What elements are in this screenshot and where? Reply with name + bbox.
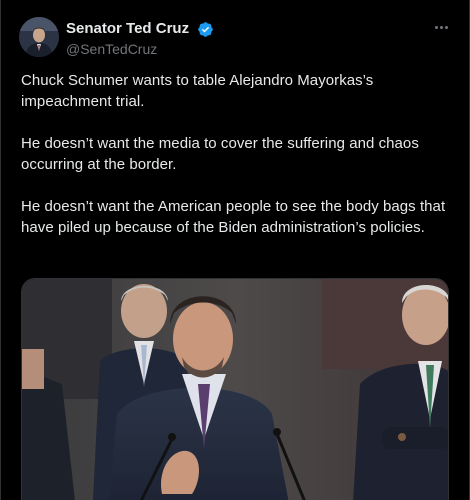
tweet-paragraph: He doesn’t want the American people to s…	[21, 198, 446, 236]
more-options-icon[interactable]	[429, 17, 453, 37]
tweet-header: Senator Ted Cruz @SenTedCruz	[19, 17, 453, 59]
tweet-paragraph: Chuck Schumer wants to table Alejandro M…	[21, 72, 374, 110]
verified-badge-icon	[197, 21, 213, 37]
tweet-paragraph: He doesn’t want the media to cover the s…	[21, 135, 419, 173]
author-info: Senator Ted Cruz @SenTedCruz	[66, 20, 214, 58]
author-handle[interactable]: @SenTedCruz	[66, 40, 214, 58]
author-display-name[interactable]: Senator Ted Cruz	[66, 20, 189, 38]
tweet-text: Chuck Schumer wants to table Alejandro M…	[21, 70, 449, 238]
tweet-media-photo[interactable]	[21, 278, 449, 500]
tweet-post[interactable]: Senator Ted Cruz @SenTedCruz Chuck Schum…	[0, 0, 470, 500]
avatar[interactable]	[19, 17, 59, 57]
